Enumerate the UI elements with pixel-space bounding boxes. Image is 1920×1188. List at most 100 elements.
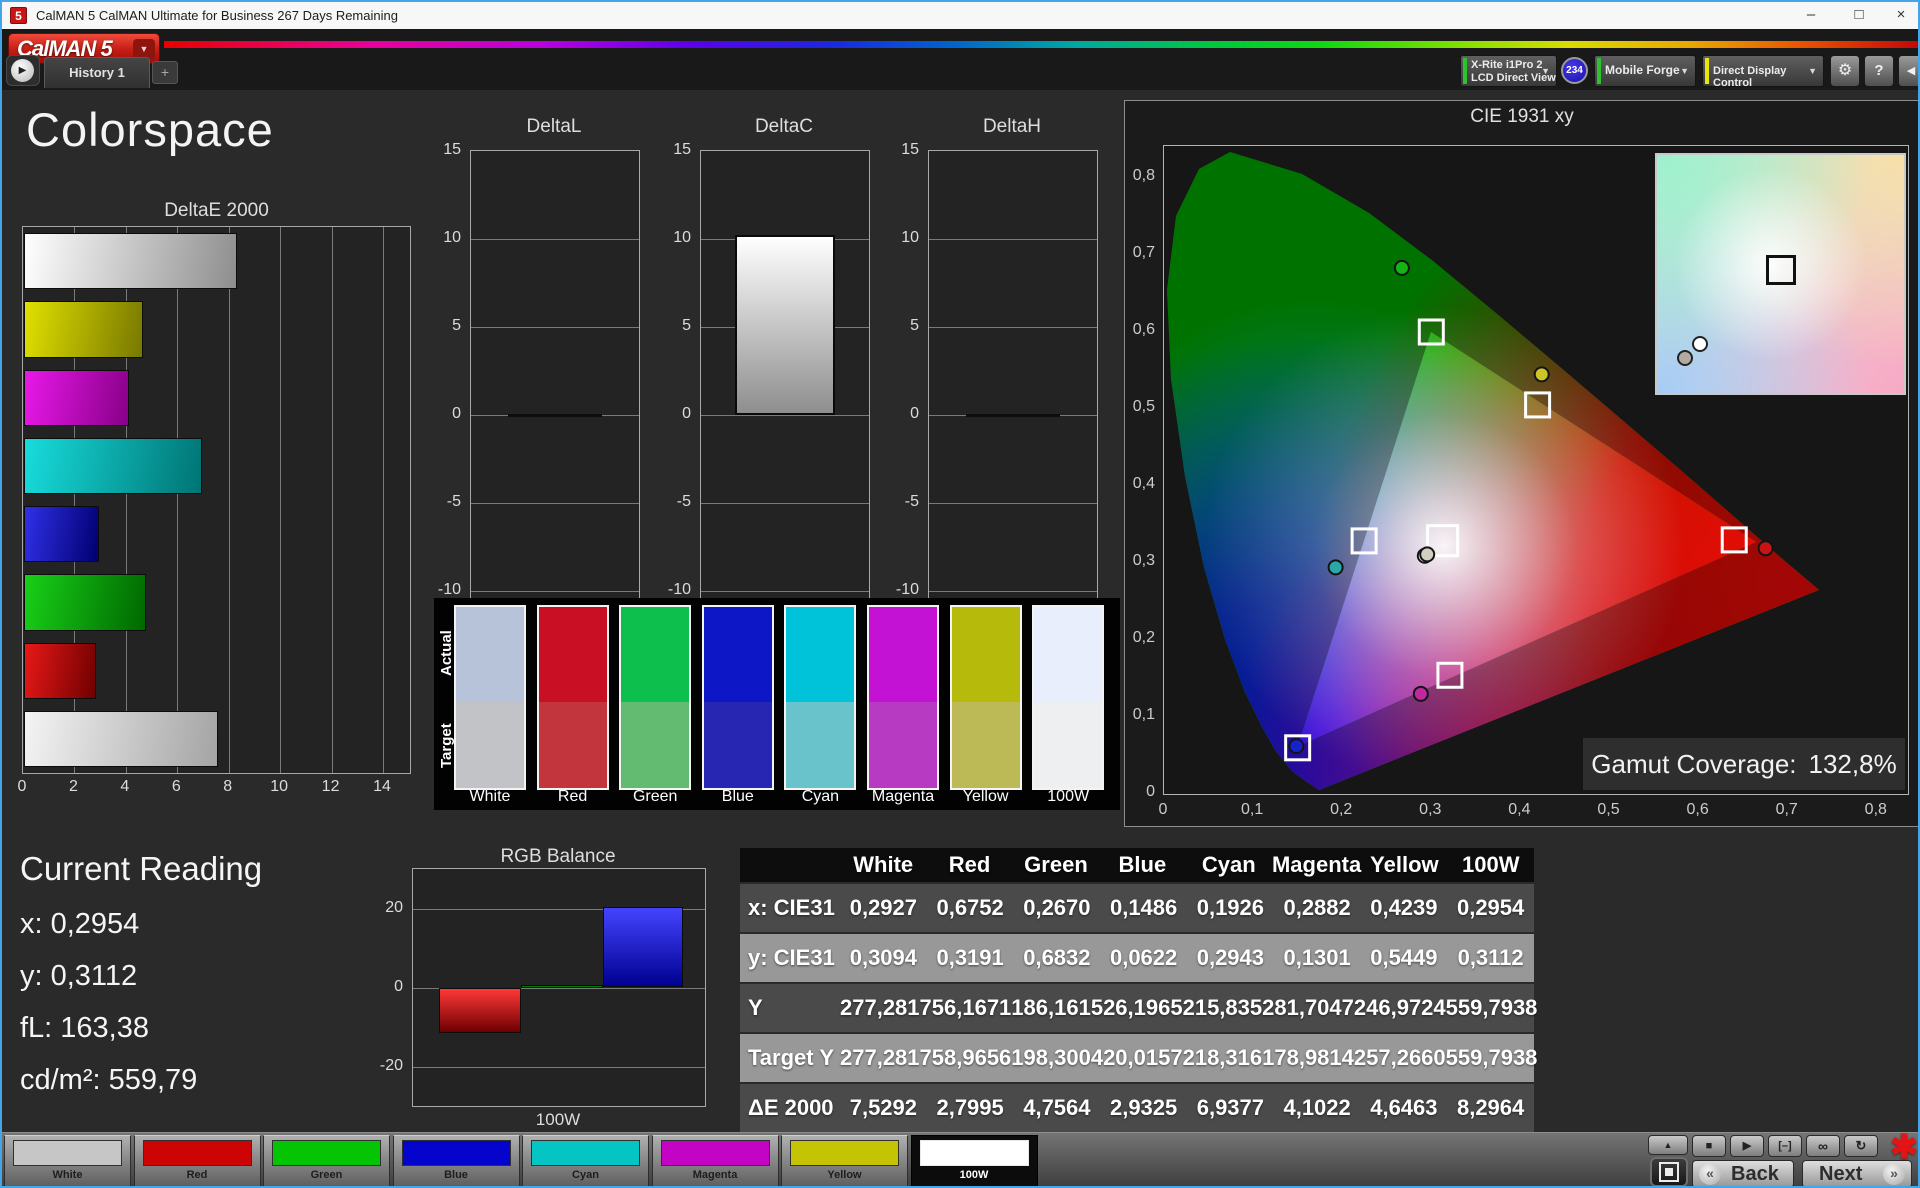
calman-window: 5 CalMAN 5 CalMAN Ultimate for Business … bbox=[0, 0, 1920, 1188]
column-header: Blue bbox=[1099, 852, 1185, 878]
axis-tick-label: 0 bbox=[452, 405, 461, 423]
rgb-bar-blue bbox=[603, 907, 683, 988]
axis-tick-label: 0,5 bbox=[1133, 398, 1155, 416]
axis-tick-label: 0,2 bbox=[1330, 801, 1352, 819]
table-cell: 0,1486 bbox=[1100, 895, 1187, 921]
play-icon: ▶ bbox=[1743, 1140, 1751, 1152]
table-cell: 0,2670 bbox=[1014, 895, 1101, 921]
patch-button-green[interactable]: Green bbox=[263, 1135, 390, 1188]
table-cell: 2,7995 bbox=[927, 1095, 1014, 1121]
patch-button-magenta[interactable]: Magenta bbox=[652, 1135, 779, 1188]
repeat-button[interactable]: ↻ bbox=[1844, 1135, 1878, 1157]
axis-tick-label: 0,6 bbox=[1133, 321, 1155, 339]
table-cell: 0,4239 bbox=[1361, 895, 1448, 921]
add-tab-button[interactable]: + bbox=[152, 61, 178, 84]
deltae2000-plot-area bbox=[22, 226, 411, 774]
gridline bbox=[383, 227, 384, 773]
close-button[interactable]: × bbox=[1882, 2, 1920, 29]
rgb-balance-y-axis: 200-20 bbox=[376, 868, 408, 1105]
swatch-target bbox=[786, 702, 854, 788]
patch-button-blue[interactable]: Blue bbox=[393, 1135, 520, 1188]
table-cell: 218,3161 bbox=[1183, 1045, 1275, 1071]
back-label: Back bbox=[1731, 1163, 1779, 1186]
cie-measured-red bbox=[1759, 541, 1773, 555]
repeat-icon: ↻ bbox=[1856, 1138, 1867, 1153]
bottom-bar: WhiteRedGreenBlueCyanMagentaYellow100W ▲… bbox=[2, 1132, 1920, 1188]
gridline bbox=[229, 227, 230, 773]
axis-tick-label: 0 bbox=[1146, 783, 1155, 801]
axis-tick-label: 6 bbox=[172, 778, 181, 796]
table-cell: 58,9656 bbox=[932, 1045, 1012, 1071]
inset-measured-dot bbox=[1677, 350, 1693, 366]
step-button[interactable]: [–] bbox=[1768, 1135, 1802, 1157]
collapse-panel-button[interactable]: ◀ bbox=[1898, 55, 1920, 87]
patch-button-yellow[interactable]: Yellow bbox=[781, 1135, 908, 1188]
header-bar: CalMAN 5 ▼ ▶ History 1 + X-Rite i1Pro 2 … bbox=[2, 29, 1918, 90]
run-workflow-button[interactable]: ▶ bbox=[6, 55, 40, 86]
minimize-button[interactable]: – bbox=[1788, 2, 1834, 29]
patch-button-100w[interactable]: 100W bbox=[911, 1135, 1038, 1188]
maximize-button[interactable]: □ bbox=[1836, 2, 1882, 29]
page-title: Colorspace bbox=[26, 102, 274, 157]
column-header: 100W bbox=[1448, 852, 1534, 878]
gridline bbox=[701, 503, 869, 504]
chart-title: DeltaL bbox=[470, 116, 638, 138]
table-cell: 277,2817 bbox=[840, 1045, 932, 1071]
axis-tick-label: 0 bbox=[394, 978, 403, 996]
axis-tick-label: 0 bbox=[910, 405, 919, 423]
loop-button[interactable]: ∞ bbox=[1806, 1135, 1840, 1157]
axis-tick-label: 10 bbox=[673, 229, 691, 247]
swatch-label: Cyan bbox=[780, 788, 860, 806]
actual-row-label: Actual bbox=[438, 606, 454, 700]
meter-dropdown[interactable]: X-Rite i1Pro 2 LCD Direct View ▼ bbox=[1460, 55, 1557, 87]
table-cell: 0,3094 bbox=[840, 945, 927, 971]
stop-button[interactable]: ■ bbox=[1692, 1135, 1726, 1157]
swatch-target bbox=[952, 702, 1020, 788]
axis-tick-label: 10 bbox=[443, 229, 461, 247]
gridline bbox=[413, 1067, 705, 1068]
pattern-source-dropdown[interactable]: Mobile Forge ▼ bbox=[1594, 55, 1696, 87]
infinity-icon: ∞ bbox=[1818, 1138, 1828, 1154]
swatch-target bbox=[456, 702, 524, 788]
patch-button-cyan[interactable]: Cyan bbox=[522, 1135, 649, 1188]
swatch-column-100w bbox=[1032, 605, 1104, 790]
play-button[interactable]: ▶ bbox=[1730, 1135, 1764, 1157]
display-control-dropdown[interactable]: Direct Display Control ▼ bbox=[1702, 55, 1824, 87]
swatch-actual bbox=[869, 607, 937, 702]
gridline bbox=[929, 503, 1097, 504]
pattern-window-button[interactable] bbox=[1650, 1157, 1688, 1187]
patch-color bbox=[13, 1140, 122, 1166]
gridline bbox=[929, 327, 1097, 328]
swatch-target bbox=[869, 702, 937, 788]
gridline bbox=[471, 239, 639, 240]
swatch-target bbox=[1034, 702, 1102, 788]
axis-tick-label: 12 bbox=[322, 778, 340, 796]
tab-history-1[interactable]: History 1 bbox=[44, 57, 150, 88]
row-label: ΔE 2000 bbox=[740, 1095, 840, 1121]
collapse-tray-button[interactable]: ▲ bbox=[1648, 1135, 1688, 1155]
patch-button-red[interactable]: Red bbox=[134, 1135, 261, 1188]
axis-tick-label: 10 bbox=[901, 229, 919, 247]
table-cell: 78,9814 bbox=[1274, 1045, 1354, 1071]
table-cell: 0,1301 bbox=[1274, 945, 1361, 971]
settings-button[interactable]: ⚙ bbox=[1830, 55, 1860, 87]
axis-tick-label: -5 bbox=[905, 493, 919, 511]
swatch-actual bbox=[1034, 607, 1102, 702]
swatch-actual bbox=[621, 607, 689, 702]
cie-measured-yellow bbox=[1535, 367, 1549, 381]
gridline bbox=[177, 227, 178, 773]
table-cell: 0,0622 bbox=[1100, 945, 1187, 971]
delta-zero-bar bbox=[508, 414, 602, 417]
swatch-actual bbox=[786, 607, 854, 702]
table-cell: 559,7938 bbox=[1446, 995, 1538, 1021]
help-icon: ? bbox=[1874, 62, 1883, 79]
cie-y-axis: 00,10,20,30,40,50,60,70,8 bbox=[1127, 145, 1159, 793]
patch-button-white[interactable]: White bbox=[4, 1135, 131, 1188]
chart-title: DeltaH bbox=[928, 116, 1096, 138]
cie-1931-panel: CIE 1931 xy bbox=[1124, 100, 1920, 827]
swatch-actual bbox=[952, 607, 1020, 702]
help-button[interactable]: ? bbox=[1864, 55, 1894, 87]
axis-tick-label: 0,4 bbox=[1508, 801, 1530, 819]
back-button[interactable]: « Back bbox=[1692, 1160, 1794, 1188]
row-label: y: CIE31 bbox=[740, 945, 840, 971]
